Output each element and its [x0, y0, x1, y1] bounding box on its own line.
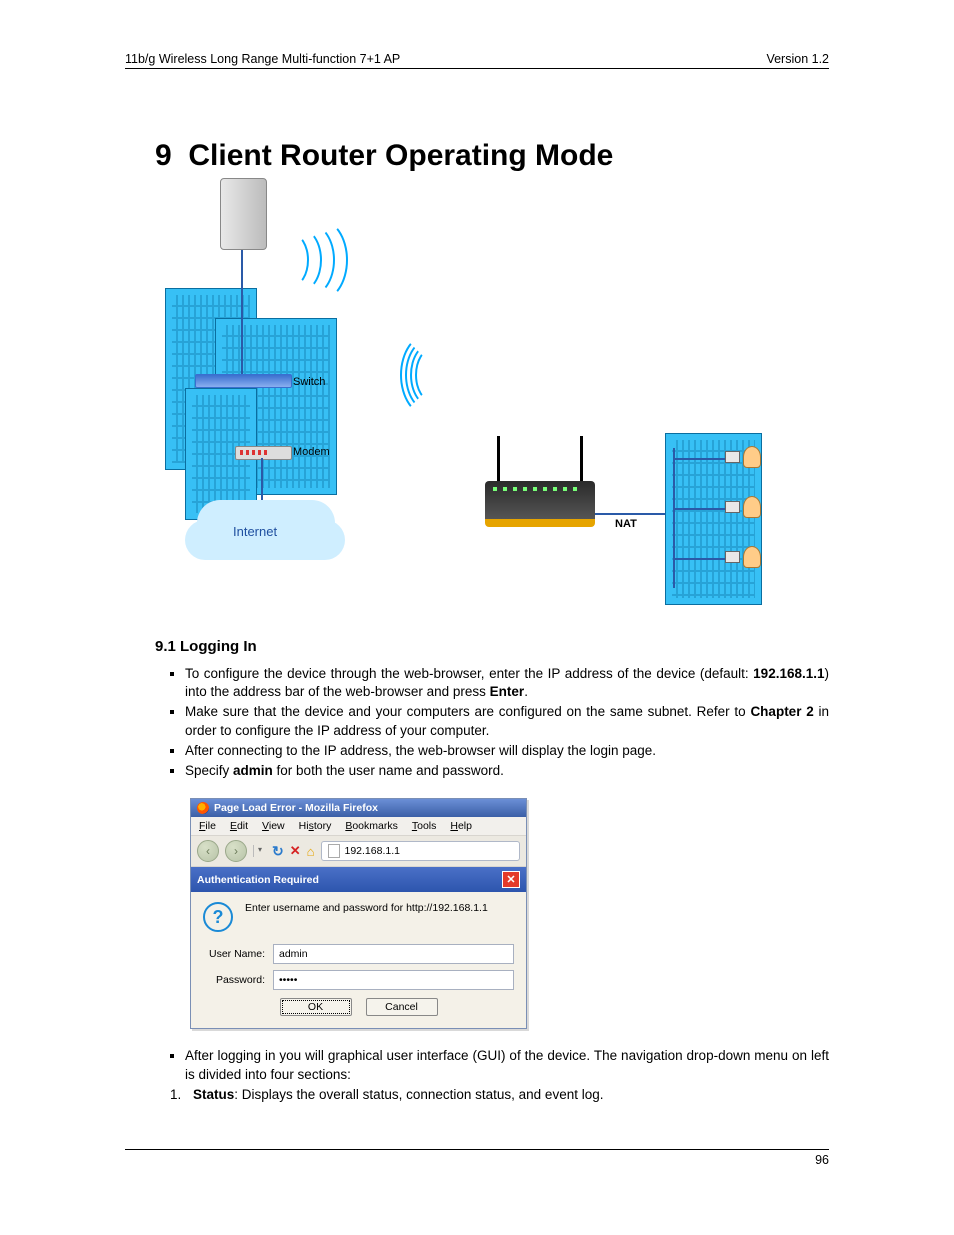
network-diagram: Switch Modem Internet NAT [165, 178, 805, 608]
page-icon [328, 844, 340, 858]
cancel-button[interactable]: Cancel [366, 998, 438, 1016]
menu-history[interactable]: History [299, 820, 332, 832]
address-text: 192.168.1.1 [345, 845, 400, 857]
list-item: After logging in you will graphical user… [185, 1047, 829, 1083]
menu-help[interactable]: Help [450, 820, 472, 832]
toolbar: ‹ › ▾ ↻ ✕ ⌂ 192.168.1.1 [191, 836, 526, 867]
menu-file[interactable]: File [199, 820, 216, 832]
list-item: Status: Displays the overall status, con… [185, 1086, 829, 1104]
history-dropdown[interactable]: ▾ [253, 845, 266, 857]
internet-label: Internet [233, 524, 277, 539]
auth-title: Authentication Required [197, 874, 319, 886]
address-bar[interactable]: 192.168.1.1 [321, 841, 521, 861]
close-icon[interactable]: ✕ [502, 871, 520, 888]
numbered-list: Status: Displays the overall status, con… [155, 1086, 829, 1104]
password-label: Password: [203, 974, 265, 986]
subheading: 9.1 Logging In [155, 638, 829, 655]
list-item: Specify admin for both the user name and… [185, 762, 829, 780]
page-header: 11b/g Wireless Long Range Multi-function… [125, 52, 829, 69]
reload-icon[interactable]: ↻ [272, 843, 284, 860]
window-title: Page Load Error - Mozilla Firefox [214, 802, 378, 814]
auth-message: Enter username and password for http://1… [245, 902, 488, 914]
ok-button[interactable]: OK [280, 998, 352, 1016]
stop-icon[interactable]: ✕ [290, 843, 301, 859]
bullet-list-2: After logging in you will graphical user… [155, 1047, 829, 1083]
username-field[interactable]: admin [273, 944, 514, 964]
home-icon[interactable]: ⌂ [307, 844, 315, 859]
page-footer: 96 [125, 1149, 829, 1167]
menu-view[interactable]: View [262, 820, 285, 832]
bullet-list-1: To configure the device through the web-… [155, 665, 829, 780]
header-left: 11b/g Wireless Long Range Multi-function… [125, 52, 400, 66]
menu-tools[interactable]: Tools [412, 820, 437, 832]
page-number: 96 [815, 1153, 829, 1167]
header-right: Version 1.2 [766, 52, 829, 66]
password-field[interactable]: ••••• [273, 970, 514, 990]
auth-dialog-body: ? Enter username and password for http:/… [191, 892, 526, 1028]
modem-label: Modem [293, 446, 330, 458]
switch-icon [195, 374, 292, 388]
firefox-window: Page Load Error - Mozilla Firefox File E… [190, 798, 527, 1029]
window-titlebar: Page Load Error - Mozilla Firefox [191, 799, 526, 817]
forward-button[interactable]: › [225, 840, 247, 862]
menu-edit[interactable]: Edit [230, 820, 248, 832]
question-icon: ? [203, 902, 233, 932]
firefox-icon [197, 802, 209, 814]
access-point-icon [220, 178, 267, 250]
auth-dialog-titlebar: Authentication Required ✕ [191, 867, 526, 892]
modem-icon [235, 446, 292, 460]
list-item: After connecting to the IP address, the … [185, 742, 829, 760]
username-label: User Name: [203, 948, 265, 960]
menu-bar[interactable]: File Edit View History Bookmarks Tools H… [191, 817, 526, 836]
chapter-heading: 9 Client Router Operating Mode [155, 139, 829, 173]
back-button[interactable]: ‹ [197, 840, 219, 862]
nat-label: NAT [615, 518, 637, 530]
list-item: Make sure that the device and your compu… [185, 703, 829, 739]
router-icon [485, 481, 595, 527]
switch-label: Switch [293, 376, 325, 388]
menu-bookmarks[interactable]: Bookmarks [345, 820, 398, 832]
list-item: To configure the device through the web-… [185, 665, 829, 701]
